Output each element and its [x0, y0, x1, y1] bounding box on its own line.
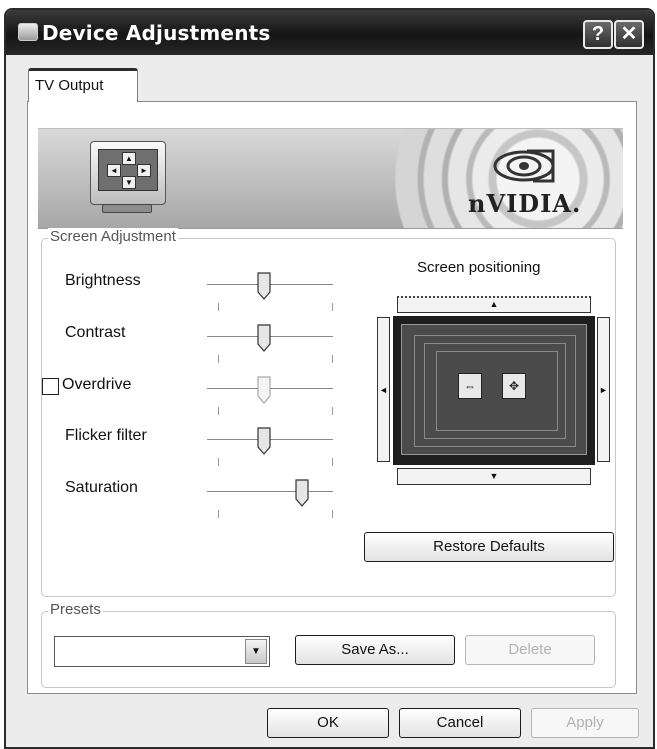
nvidia-banner: ▲ ◄ ► ▼ nVIDIA.: [38, 128, 623, 229]
monitor-adjust-icon: ▲ ◄ ► ▼: [90, 141, 166, 205]
close-button[interactable]: ✕: [614, 20, 644, 49]
chevron-down-icon[interactable]: ▼: [245, 639, 267, 664]
move-right-button[interactable]: ►: [597, 317, 610, 462]
ok-button[interactable]: OK: [267, 708, 389, 738]
saturation-slider[interactable]: [207, 491, 333, 493]
mini-up-icon: ▲: [122, 152, 136, 165]
move-down-button[interactable]: ▼: [397, 468, 591, 485]
display-properties-icon: [18, 23, 38, 41]
title-bar: Device Adjustments ? ✕: [6, 10, 653, 55]
screen-adjustment-group: Screen Adjustment Brightness Contrast Ov…: [41, 228, 616, 597]
tab-tv-output[interactable]: TV Output: [28, 68, 138, 102]
mini-left-icon: ◄: [107, 164, 121, 177]
mini-right-icon: ►: [137, 164, 151, 177]
contrast-label: Contrast: [65, 324, 126, 341]
flicker-filter-slider-thumb[interactable]: [257, 427, 271, 455]
saturation-label: Saturation: [65, 479, 138, 496]
help-button[interactable]: ?: [583, 20, 613, 49]
monitor-base: [102, 204, 152, 213]
mini-down-icon: ▼: [122, 176, 136, 189]
overdrive-slider-thumb: [257, 376, 271, 404]
delete-button: Delete: [465, 635, 595, 665]
screen-positioning-label: Screen positioning: [417, 259, 541, 276]
apply-button: Apply: [531, 708, 639, 738]
screen-position-preview[interactable]: ⇔ ✥: [393, 316, 595, 465]
flicker-filter-label: Flicker filter: [65, 427, 147, 444]
overdrive-checkbox[interactable]: [42, 378, 59, 395]
save-as-button[interactable]: Save As...: [295, 635, 455, 665]
move-up-button[interactable]: ▲: [397, 296, 591, 313]
presets-label: Presets: [48, 601, 103, 618]
tv-output-panel: ▲ ◄ ► ▼ nVIDIA. Screen Adjustment Bright…: [27, 101, 637, 694]
presets-group: Presets ▼ Save As... Delete: [41, 601, 616, 688]
overdrive-label: Overdrive: [62, 376, 132, 393]
nvidia-eye-icon: [493, 149, 555, 183]
saturation-slider-thumb[interactable]: [294, 479, 309, 507]
move-left-button[interactable]: ◄: [377, 317, 390, 462]
device-adjustments-window: Device Adjustments ? ✕ TV Output ▲ ◄ ► ▼: [4, 8, 655, 749]
cancel-button[interactable]: Cancel: [399, 708, 521, 738]
resize-icon[interactable]: ⇔: [458, 373, 482, 399]
presets-dropdown[interactable]: ▼: [54, 636, 270, 667]
window-title: Device Adjustments: [42, 21, 271, 45]
contrast-slider-thumb[interactable]: [257, 324, 271, 352]
move-icon[interactable]: ✥: [502, 373, 526, 399]
restore-defaults-button[interactable]: Restore Defaults: [364, 532, 614, 562]
nvidia-logo-text: nVIDIA.: [468, 189, 582, 218]
brightness-slider-thumb[interactable]: [257, 272, 271, 300]
screen-adjustment-label: Screen Adjustment: [48, 228, 178, 245]
brightness-label: Brightness: [65, 272, 141, 289]
